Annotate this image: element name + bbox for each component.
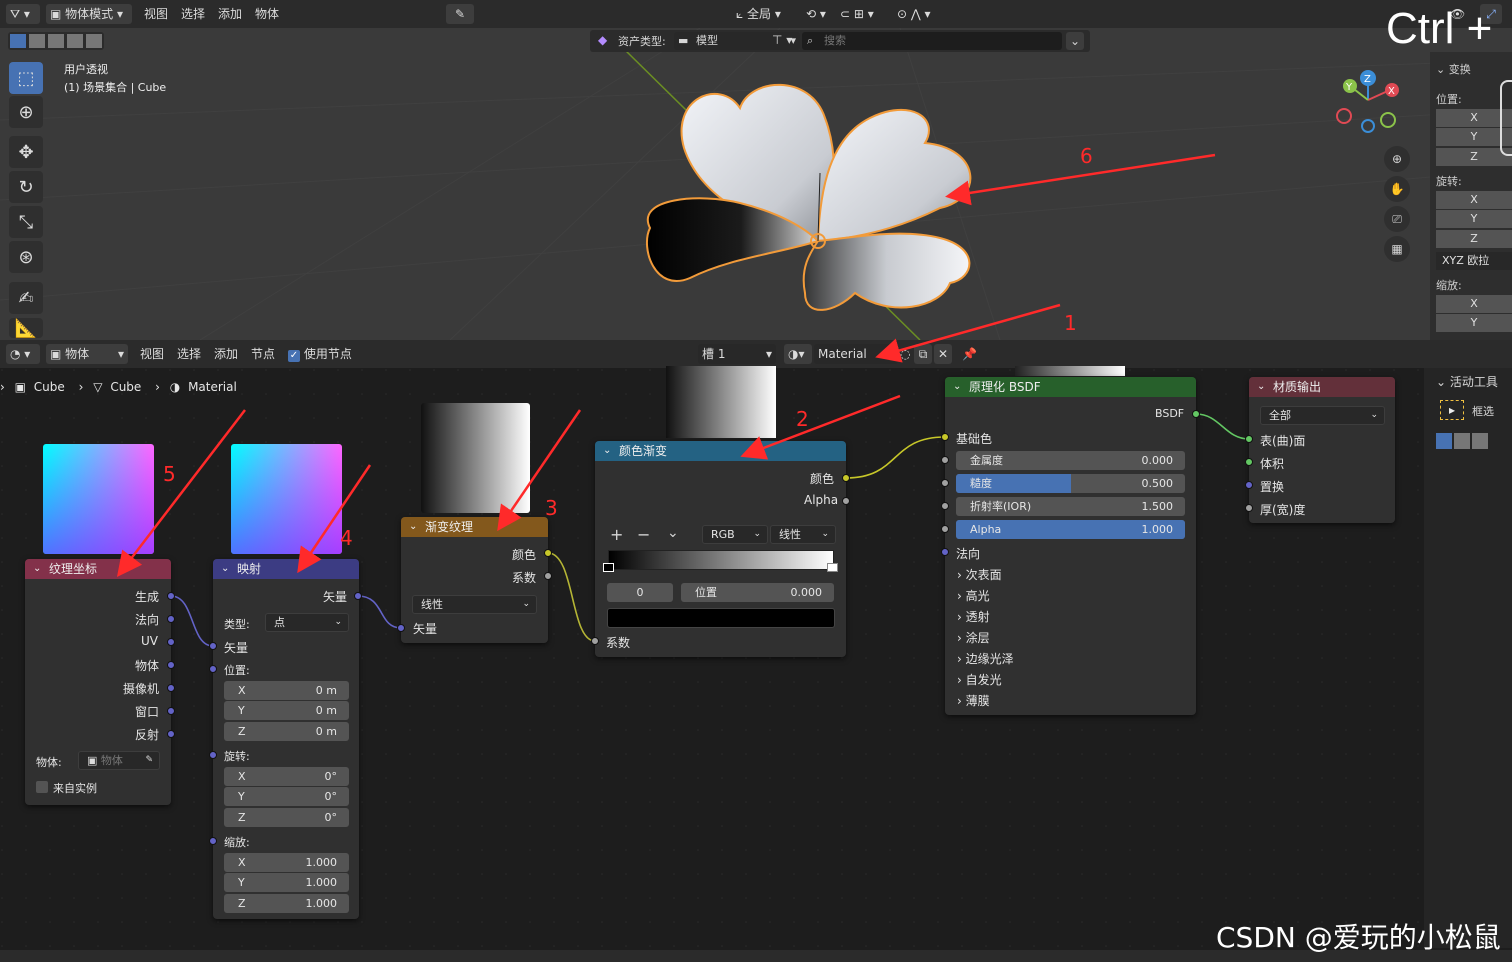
annotation-1: 1 [1064,311,1077,335]
annotation-5: 5 [163,462,176,486]
annotation-3: 3 [545,496,558,520]
annotation-4: 4 [340,526,353,550]
csdn-watermark: CSDN @爱玩的小松鼠 [1216,921,1501,954]
annotation-2: 2 [796,407,809,431]
annotation-arrows [116,153,1216,577]
annotation-6: 6 [1080,144,1093,168]
